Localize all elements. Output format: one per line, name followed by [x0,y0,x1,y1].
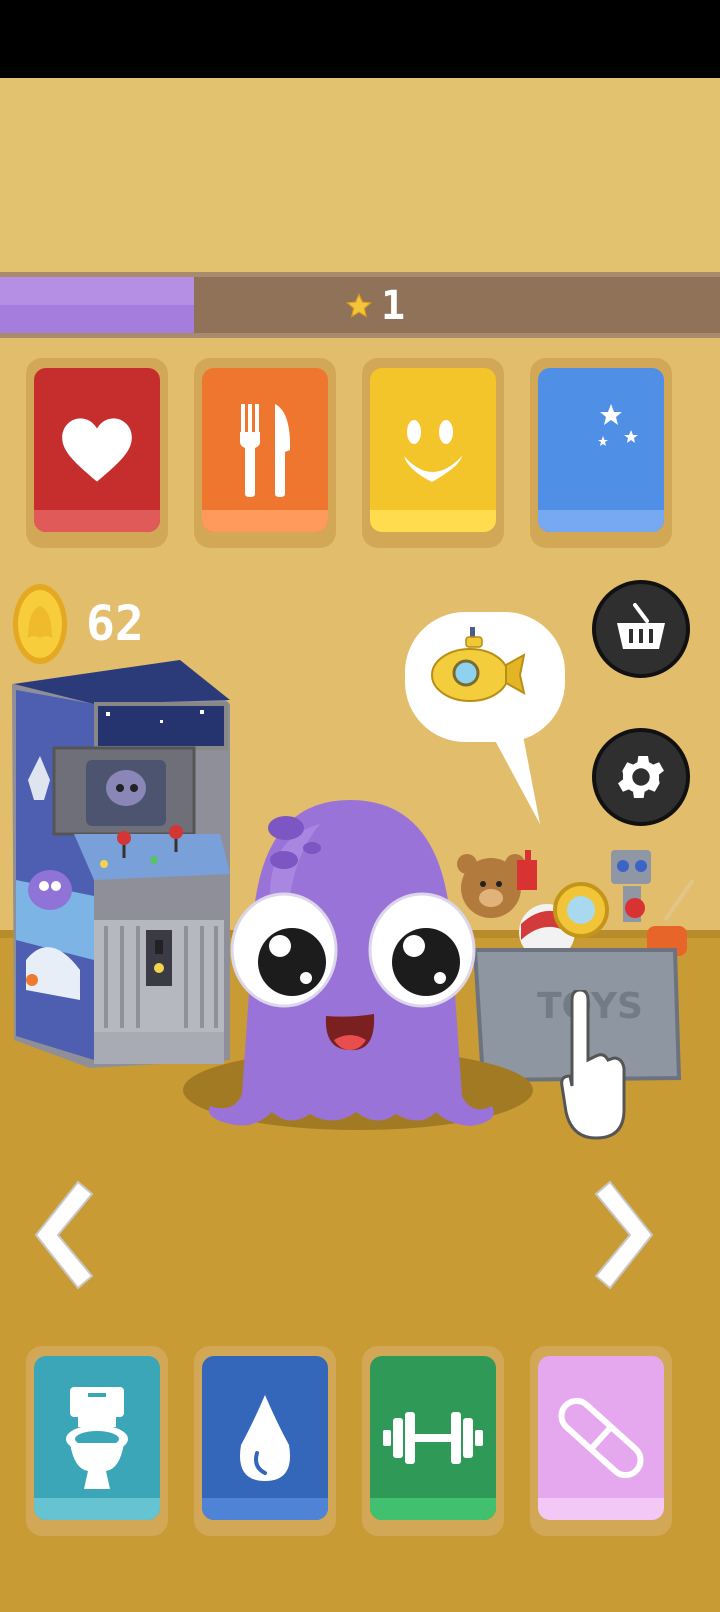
level-indicator: 1 [345,283,406,329]
button-lip [370,510,496,532]
level-number: 1 [381,283,406,329]
button-lip [202,510,328,532]
button-lip [202,1498,328,1520]
settings-button[interactable] [592,728,690,826]
smile-icon [404,420,462,482]
medicine-button[interactable] [538,1356,664,1520]
next-room-arrow[interactable] [592,1176,658,1294]
fork-knife-icon [240,404,291,497]
exercise-button-frame [362,1346,504,1536]
sleep-button-frame [530,358,672,548]
exercise-button[interactable] [370,1356,496,1520]
button-lip [538,1498,664,1520]
water-button-frame [194,1346,336,1536]
moon-stars-icon [576,404,638,488]
heart-icon [62,418,132,482]
shop-button[interactable] [592,580,690,678]
happy-button-frame [362,358,504,548]
room-wall-top [0,78,720,274]
button-lip [34,1498,160,1520]
food-button-frame [194,358,336,548]
toilet-icon [66,1387,128,1489]
sleep-button[interactable] [538,368,664,532]
pet-moy[interactable] [200,800,510,1130]
heart-button[interactable] [34,368,160,532]
basket-icon [617,603,665,649]
toilet-button[interactable] [34,1356,160,1520]
food-button[interactable] [202,368,328,532]
button-lip [34,510,160,532]
star-icon [345,292,373,318]
coin-count: 62 [86,596,144,652]
water-button[interactable] [202,1356,328,1520]
coin-icon [13,584,67,664]
button-lip [538,510,664,532]
happy-button[interactable] [370,368,496,532]
submarine-icon [431,627,526,702]
pointing-hand-icon [560,990,626,1140]
pill-icon [558,1397,644,1479]
dumbbell-icon [383,1412,483,1464]
status-bar-background [0,0,720,78]
drop-icon [240,1395,290,1481]
heart-button-frame [26,358,168,548]
medicine-button-frame [530,1346,672,1536]
gear-icon [618,755,664,799]
previous-room-arrow[interactable] [30,1176,96,1294]
coin-counter: 62 [12,582,144,666]
experience-bar-fill [0,277,195,333]
button-lip [370,1498,496,1520]
toilet-button-frame [26,1346,168,1536]
